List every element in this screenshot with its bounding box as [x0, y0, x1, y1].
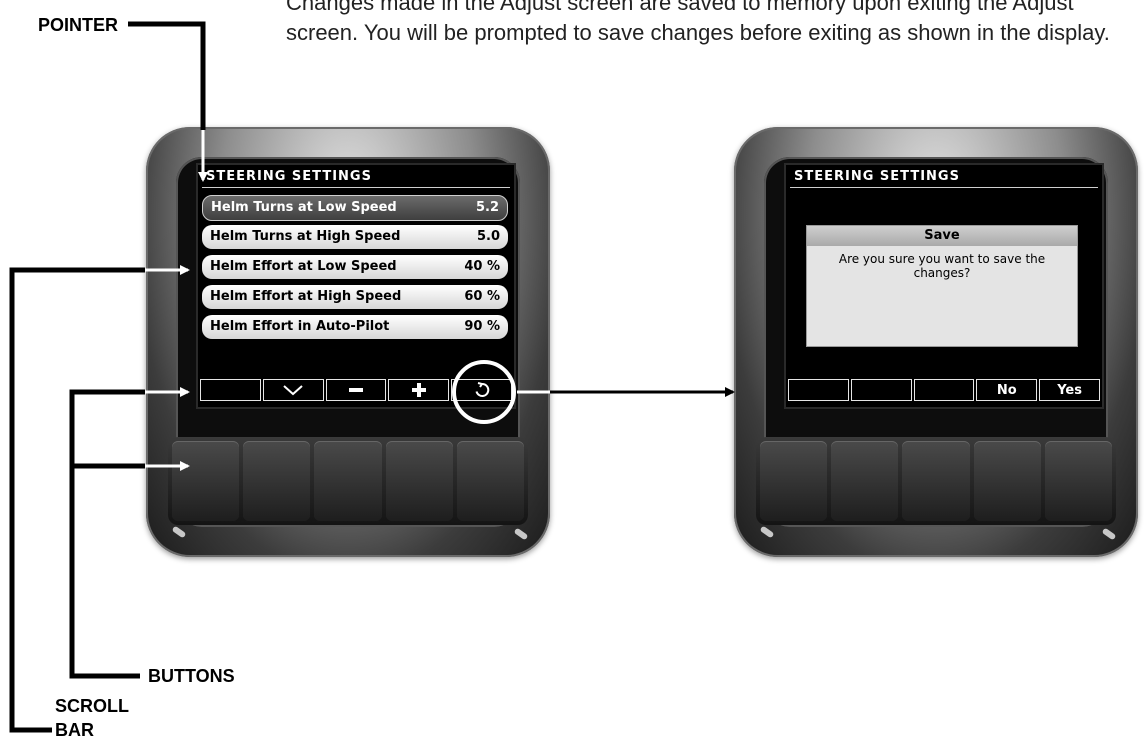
callout-lines — [9, 21, 735, 733]
pointer-leader-line — [128, 21, 206, 130]
buttons-leader-line — [69, 389, 145, 679]
scroll-bar-leader-line — [9, 267, 145, 733]
